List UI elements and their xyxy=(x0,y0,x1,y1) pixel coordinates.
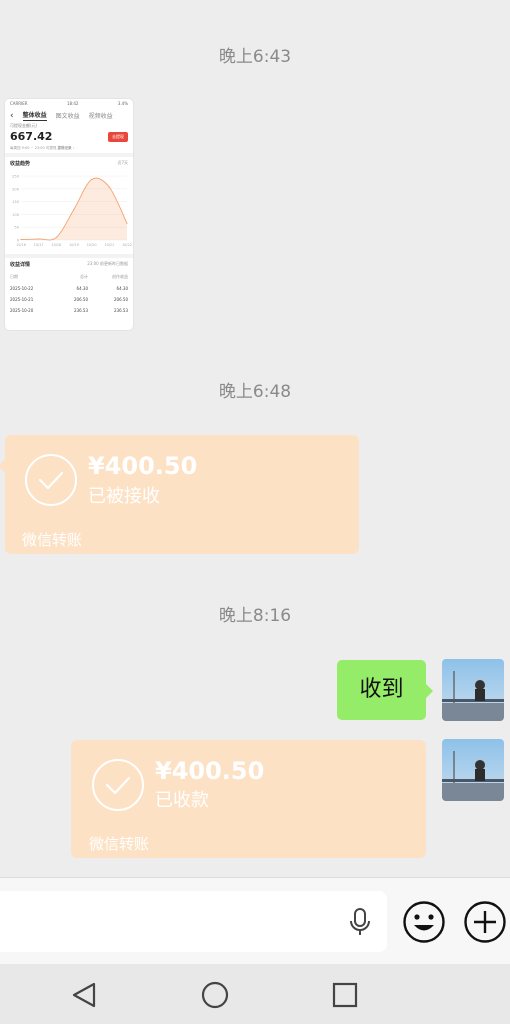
y-tick-label: 200 xyxy=(12,187,20,191)
transfer-card-collected[interactable]: ¥400.50 已收款 微信转账 xyxy=(71,740,426,858)
thumb-tab: 图文收益 xyxy=(55,113,80,120)
data-point xyxy=(108,186,110,188)
message-text: 收到 xyxy=(359,677,404,702)
x-tick-label: 10/22 xyxy=(122,243,132,247)
thumb-note-link: 提现记录 xyxy=(57,146,72,150)
data-point xyxy=(55,236,57,239)
thumb-note: 每周四 9:00 ~ 23:00 可提现 提现记录 › xyxy=(10,146,74,150)
plus-circle-icon[interactable] xyxy=(463,900,507,944)
data-point xyxy=(20,238,22,241)
y-tick-label: 50 xyxy=(14,226,19,230)
transfer-status: 已收款 xyxy=(155,790,209,811)
data-point xyxy=(126,222,128,225)
table-cell: 2025-10-21 xyxy=(10,297,34,302)
microphone-icon[interactable] xyxy=(349,908,371,936)
thumb-carrier: CARRIER xyxy=(10,101,28,106)
transfer-amount: ¥400.50 xyxy=(88,452,198,480)
user-avatar[interactable] xyxy=(442,659,504,721)
y-tick-label: 100 xyxy=(12,213,20,217)
x-tick-label: 10/16 xyxy=(16,243,26,247)
thumb-tab: 视频收益 xyxy=(88,113,113,120)
thumb-detail-note: 23:00 前更新昨日数据 xyxy=(87,261,128,266)
thumb-trend-title: 收益趋势 xyxy=(10,161,31,167)
table-cell: 2025-10-22 xyxy=(10,286,34,291)
data-point xyxy=(38,238,40,240)
thumb-tabs: ‹ 整体收益 图文收益 视频收益 xyxy=(5,108,133,123)
data-point xyxy=(91,178,93,181)
message-input[interactable] xyxy=(0,891,387,952)
table-cell: 64.30 xyxy=(76,286,88,291)
timestamp: 晚上6:48 xyxy=(218,382,292,402)
x-tick-label: 10/21 xyxy=(104,243,114,247)
table-cell: 2025-10-20 xyxy=(10,308,34,313)
triangle-back-icon[interactable] xyxy=(70,981,98,1009)
transfer-footer: 微信转账 xyxy=(89,835,150,853)
transfer-amount: ¥400.50 xyxy=(155,757,265,785)
table-cell: 206.50 xyxy=(114,297,128,302)
circle-home-icon[interactable] xyxy=(201,981,229,1009)
table-header: 创作收益 xyxy=(112,274,128,279)
y-tick-label: 0 xyxy=(17,239,20,243)
thumb-battery: 3.4% xyxy=(117,101,128,106)
square-recent-icon[interactable] xyxy=(332,982,358,1008)
table-row: 2025-10-20 236.53 236.53 xyxy=(5,305,133,316)
table-row: 2025-10-21 206.50 206.50 xyxy=(5,294,133,305)
user-avatar[interactable] xyxy=(442,739,504,801)
table-cell: 206.50 xyxy=(74,297,88,302)
data-point xyxy=(73,208,75,210)
trend-chart: 0 50 100 150 200 250 10/16 10/17 10/18 10/19 10/20… xyxy=(12,175,132,248)
transfer-card-received[interactable]: ¥400.50 已被接收 微信转账 xyxy=(0,435,359,554)
table-row: 2025-10-22 64.30 64.30 xyxy=(5,283,133,294)
system-nav-bar xyxy=(0,964,510,1024)
message-bubble-sent[interactable]: 收到 xyxy=(337,660,433,720)
y-tick-label: 150 xyxy=(12,200,20,204)
transfer-footer: 微信转账 xyxy=(22,531,83,549)
y-tick-label: 250 xyxy=(12,175,20,179)
screenshot-image-message[interactable]: CARRIER 18:42 3.4% ‹ 整体收益 图文收益 视频收益 可提现金… xyxy=(5,99,133,330)
thumb-withdraw-button: 去提现 xyxy=(108,131,128,142)
table-header: 日期 xyxy=(10,274,18,279)
smiley-icon[interactable] xyxy=(402,900,446,944)
thumb-time: 18:42 xyxy=(66,101,79,106)
timestamp: 晚上6:43 xyxy=(218,47,292,67)
table-header: 总计 xyxy=(80,274,88,279)
thumb-detail-title: 收益详情 xyxy=(10,262,31,268)
x-tick-label: 10/18 xyxy=(51,243,61,247)
table-cell: 236.53 xyxy=(114,308,128,313)
timestamp: 晚上8:16 xyxy=(218,606,292,626)
x-tick-label: 10/20 xyxy=(87,243,97,247)
back-icon: ‹ xyxy=(10,110,14,121)
check-circle-icon xyxy=(25,454,77,506)
thumb-status-bar: CARRIER 18:42 3.4% xyxy=(5,99,133,108)
thumb-detail-table: 日期 总计 创作收益 2025-10-22 64.30 64.30 2025-1… xyxy=(5,271,133,316)
thumb-note-text: 每周四 9:00 ~ 23:00 可提现 xyxy=(10,146,57,150)
transfer-status: 已被接收 xyxy=(88,486,160,507)
x-tick-label: 10/19 xyxy=(69,243,79,247)
table-cell: 236.53 xyxy=(74,308,88,313)
thumb-tab: 整体收益 xyxy=(22,112,47,121)
table-cell: 64.30 xyxy=(116,286,128,291)
thumb-balance: 667.42 xyxy=(10,130,53,143)
chat-input-bar xyxy=(0,877,510,965)
x-tick-label: 10/17 xyxy=(34,243,44,247)
check-circle-icon xyxy=(92,759,144,811)
thumb-trend-range: 近7天 xyxy=(117,160,128,165)
